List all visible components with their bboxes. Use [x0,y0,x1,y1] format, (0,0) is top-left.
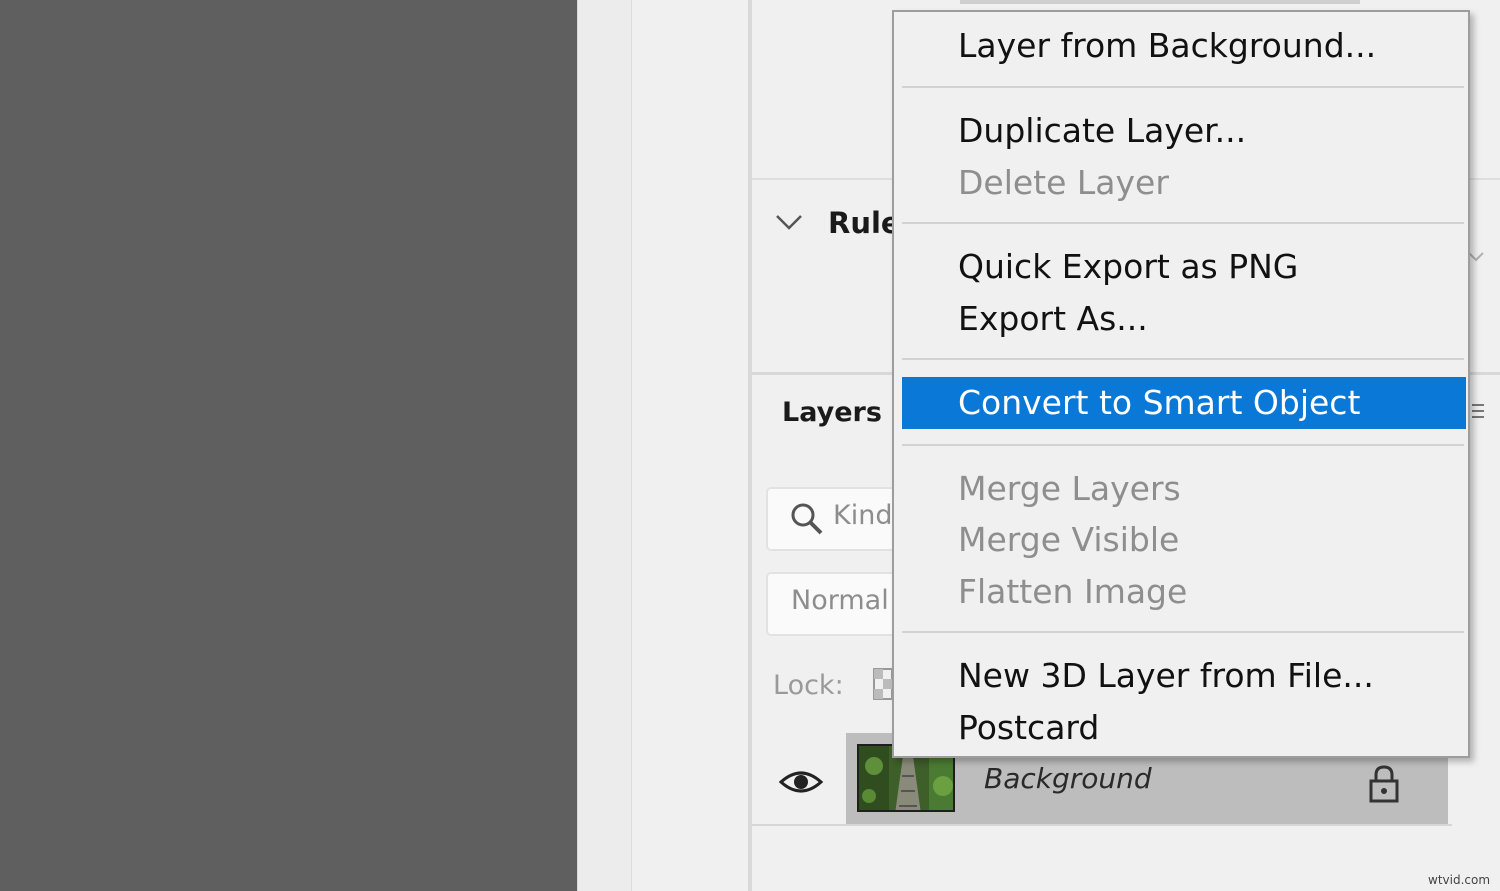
tool-strip [577,0,633,891]
watermark: wtvid.com [1428,873,1491,887]
menu-item-delete-layer[interactable]: Delete Layer [902,157,1466,209]
menu-item-export-as[interactable]: Export As... [902,293,1466,345]
menu-item-convert-to-smart-object[interactable]: Convert to Smart Object [902,377,1466,429]
rulers-section-title: Rule [828,206,901,240]
collapsed-panel-strip [632,0,752,891]
menu-item-postcard[interactable]: Postcard [902,702,1466,754]
blend-mode-value: Normal [791,585,889,616]
lock-transparent-icon[interactable] [872,667,894,701]
document-canvas[interactable] [0,0,577,891]
chevron-down-icon[interactable] [774,208,804,238]
menu-item-merge-layers[interactable]: Merge Layers [902,463,1466,515]
lock-label: Lock: [773,670,844,701]
menu-separator [902,444,1464,446]
layer-filter-placeholder: Kind [833,500,893,531]
panel-menu-icon[interactable] [1470,400,1484,424]
menu-item-duplicate-layer[interactable]: Duplicate Layer... [902,105,1466,157]
tab-layers[interactable]: Layers [782,397,882,428]
menu-item-flatten-image[interactable]: Flatten Image [902,566,1466,618]
menu-separator [902,222,1464,224]
panel-top-bar [960,0,1360,4]
menu-item-new-3d-layer-from-file[interactable]: New 3D Layer from File... [902,650,1466,702]
menu-separator [902,358,1464,360]
search-icon [791,503,823,535]
menu-separator [902,86,1464,88]
eye-icon[interactable] [778,766,824,798]
menu-separator [902,631,1464,633]
menu-item-quick-export-png[interactable]: Quick Export as PNG [902,241,1466,293]
layer-name[interactable]: Background [984,762,1152,795]
layer-context-menu: Layer from Background... Duplicate Layer… [892,10,1470,758]
row-divider [752,824,1452,826]
menu-item-merge-visible[interactable]: Merge Visible [902,514,1466,566]
menu-item-layer-from-background[interactable]: Layer from Background... [902,20,1466,72]
lock-icon[interactable] [1366,764,1402,804]
